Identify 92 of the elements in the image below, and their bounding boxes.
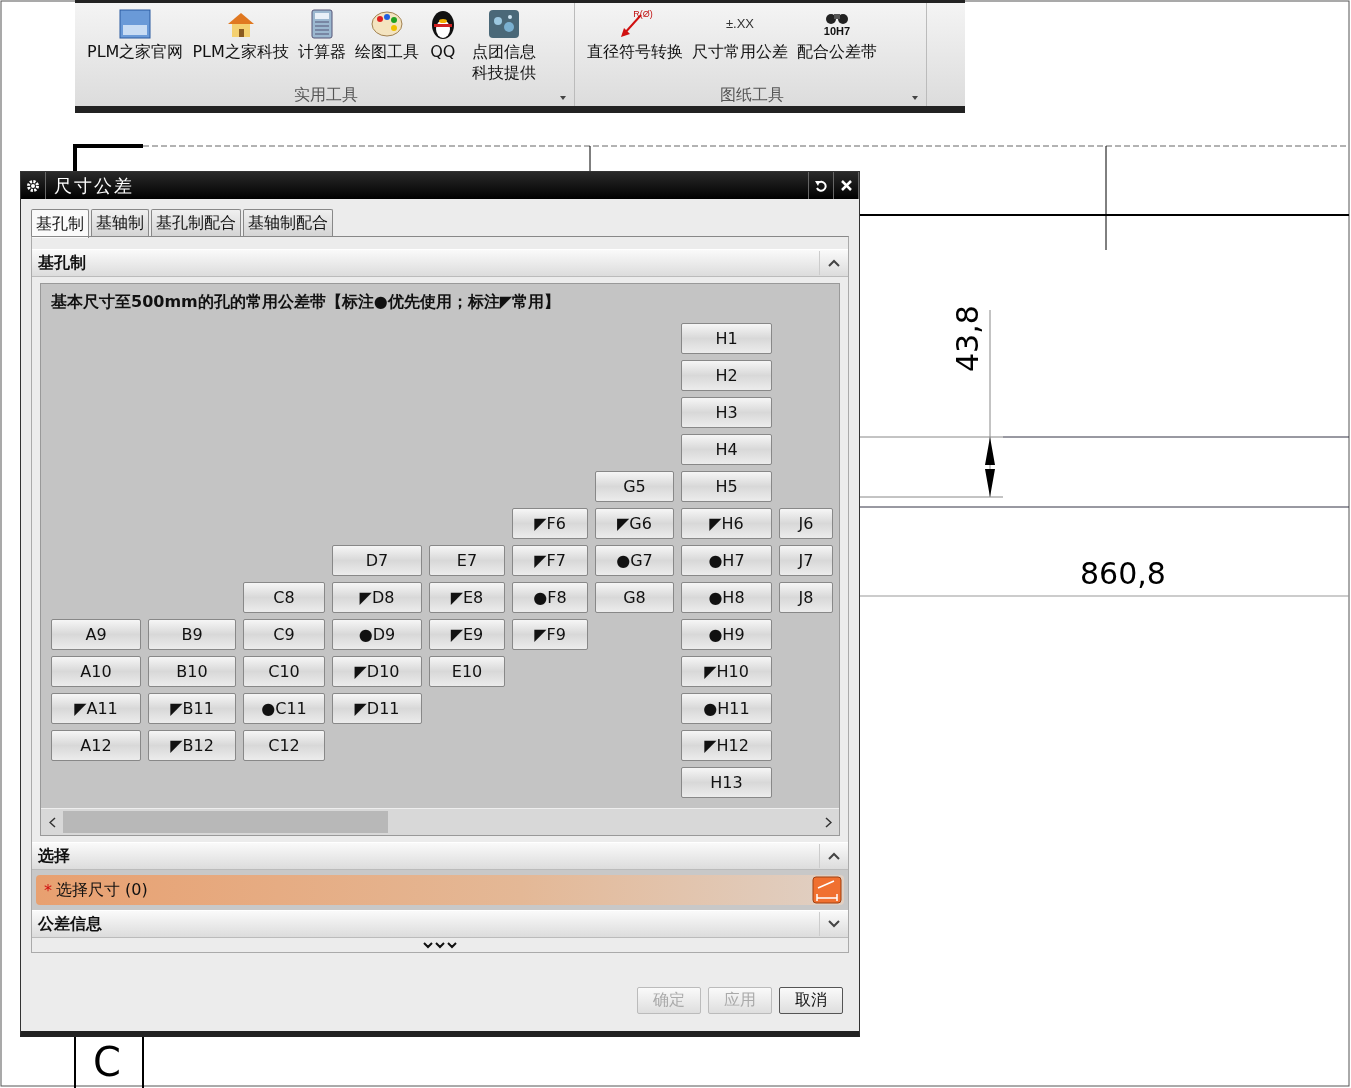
settings-icon[interactable] bbox=[26, 178, 40, 193]
tolerance-button[interactable]: ◤D10 bbox=[332, 656, 422, 687]
tolerance-button[interactable]: ●H8 bbox=[681, 582, 772, 613]
tolerance-button[interactable]: ◤H10 bbox=[681, 656, 772, 687]
horizontal-scrollbar[interactable] bbox=[41, 809, 839, 835]
section-header[interactable]: 基孔制 bbox=[32, 249, 848, 277]
group-title: 图纸工具 bbox=[719, 85, 784, 106]
tolerance-button[interactable]: B10 bbox=[148, 656, 236, 687]
tolerance-button[interactable]: ●H9 bbox=[681, 619, 772, 650]
tolerance-button[interactable]: E10 bbox=[429, 656, 505, 687]
tolerance-button[interactable]: J7 bbox=[779, 545, 833, 576]
tolerance-button[interactable]: ◤G6 bbox=[595, 508, 674, 539]
select-dimension-icon[interactable] bbox=[812, 876, 842, 904]
dimension-text: 860,8 bbox=[1080, 556, 1166, 591]
tolerance-icon: ±.XX bbox=[725, 18, 755, 30]
chevron-up-icon[interactable] bbox=[828, 852, 840, 860]
tolerance-button[interactable]: ◤A11 bbox=[51, 693, 141, 724]
section-header[interactable]: 公差信息 bbox=[32, 910, 848, 938]
tolerance-button[interactable]: C8 bbox=[243, 582, 325, 613]
tolerance-button[interactable]: ◤E8 bbox=[429, 582, 505, 613]
window-title: 尺寸公差 bbox=[54, 173, 134, 198]
section-header[interactable]: 选择 bbox=[32, 842, 848, 870]
tolerance-button[interactable]: A12 bbox=[51, 730, 141, 761]
dimension-text: 43,8 bbox=[950, 305, 985, 372]
toolbar-button[interactable]: 点团信息科技提供 bbox=[466, 7, 541, 85]
caption-text: 基本尺寸至500mm的孔的常用公差带【标注●优先使用；标注◤常用】 bbox=[50, 291, 561, 313]
group-title: 实用工具 bbox=[293, 85, 358, 106]
calculator-icon bbox=[309, 9, 334, 39]
tolerance-button[interactable]: H2 bbox=[681, 360, 772, 391]
expand-more-icon[interactable] bbox=[423, 941, 457, 949]
tolerance-button[interactable]: J6 bbox=[779, 508, 833, 539]
scroll-left-icon[interactable] bbox=[48, 816, 56, 828]
tolerance-button[interactable]: ◤F6 bbox=[512, 508, 588, 539]
chevron-down-icon[interactable] bbox=[828, 920, 840, 928]
toolbar-button[interactable]: 绘图工具 bbox=[354, 7, 419, 85]
required-mark: * bbox=[44, 880, 52, 900]
tolerance-button[interactable]: H4 bbox=[681, 434, 772, 465]
caret-icon[interactable] bbox=[560, 96, 566, 100]
close-icon[interactable] bbox=[840, 180, 852, 191]
dialog-button[interactable]: 取消 bbox=[779, 987, 843, 1014]
tolerance-button[interactable]: D7 bbox=[332, 545, 422, 576]
tolerance-button[interactable]: H5 bbox=[681, 471, 772, 502]
tolerance-button[interactable]: C9 bbox=[243, 619, 325, 650]
toolbar-button[interactable]: PLM之家官网 bbox=[87, 7, 184, 85]
tolerance-button[interactable]: G8 bbox=[595, 582, 674, 613]
tolerance-button[interactable]: ◤B11 bbox=[148, 693, 236, 724]
tolerance-button[interactable]: ◤F7 bbox=[512, 545, 588, 576]
scroll-right-icon[interactable] bbox=[824, 816, 832, 828]
tab[interactable]: 基孔制配合 bbox=[151, 209, 241, 236]
selection-field[interactable]: * 选择尺寸 (0) bbox=[36, 875, 844, 905]
tolerance-button[interactable]: H1 bbox=[681, 323, 772, 354]
tolerance-button[interactable]: H13 bbox=[681, 767, 772, 798]
toolbar-button[interactable]: ±.XX 尺寸常用公差 bbox=[692, 7, 788, 85]
tab[interactable]: 基轴制配合 bbox=[243, 209, 333, 236]
tolerance-button[interactable]: ●H11 bbox=[681, 693, 772, 724]
tab[interactable]: 基轴制 bbox=[91, 209, 149, 236]
toolbar-button[interactable]: R(Ø) 直径符号转换 bbox=[587, 7, 683, 85]
tolerance-button[interactable]: ◤F9 bbox=[512, 619, 588, 650]
tolerance-button[interactable]: ●H7 bbox=[681, 545, 772, 576]
tolerance-button[interactable]: A10 bbox=[51, 656, 141, 687]
tab[interactable]: 基孔制 bbox=[31, 209, 89, 238]
caret-icon[interactable] bbox=[912, 96, 918, 100]
reset-icon[interactable] bbox=[815, 179, 827, 192]
tolerance-button[interactable]: C10 bbox=[243, 656, 325, 687]
tolerance-button[interactable]: ◤E9 bbox=[429, 619, 505, 650]
tolerance-button[interactable]: B9 bbox=[148, 619, 236, 650]
tolerance-button[interactable]: A9 bbox=[51, 619, 141, 650]
title-block-letter: C bbox=[93, 1039, 121, 1085]
title-block-border bbox=[74, 1036, 144, 1088]
tolerance-button[interactable]: ◤H6 bbox=[681, 508, 772, 539]
palette-icon bbox=[369, 9, 404, 39]
tolerance-button[interactable]: E7 bbox=[429, 545, 505, 576]
toolbar-button[interactable]: PLM之家科技 bbox=[192, 7, 289, 85]
bubbles-icon bbox=[487, 9, 520, 39]
tolerance-button[interactable]: ●C11 bbox=[243, 693, 325, 724]
logo-icon bbox=[119, 9, 152, 39]
tolerance-button[interactable]: ●G7 bbox=[595, 545, 674, 576]
tolerance-button[interactable]: ◤B12 bbox=[148, 730, 236, 761]
tolerance-button[interactable]: ◤D8 bbox=[332, 582, 422, 613]
toolbar-button[interactable]: 计算器 bbox=[297, 7, 346, 85]
tolerance-button[interactable]: ●F8 bbox=[512, 582, 588, 613]
tolerance-button[interactable]: ◤D11 bbox=[332, 693, 422, 724]
tolerance-button[interactable]: G5 bbox=[595, 471, 674, 502]
tolerance-button[interactable]: ◤H12 bbox=[681, 730, 772, 761]
toolbar-button[interactable]: 10H7 配合公差带 bbox=[797, 7, 877, 85]
tolerance-button[interactable]: H3 bbox=[681, 397, 772, 428]
tolerance-button[interactable]: ●D9 bbox=[332, 619, 422, 650]
title-block-border bbox=[73, 144, 143, 171]
tolerance-button[interactable]: C12 bbox=[243, 730, 325, 761]
chevron-up-icon[interactable] bbox=[828, 259, 840, 267]
tolerance-button[interactable]: J8 bbox=[779, 582, 833, 613]
toolbar-button[interactable]: QQ bbox=[427, 7, 458, 85]
